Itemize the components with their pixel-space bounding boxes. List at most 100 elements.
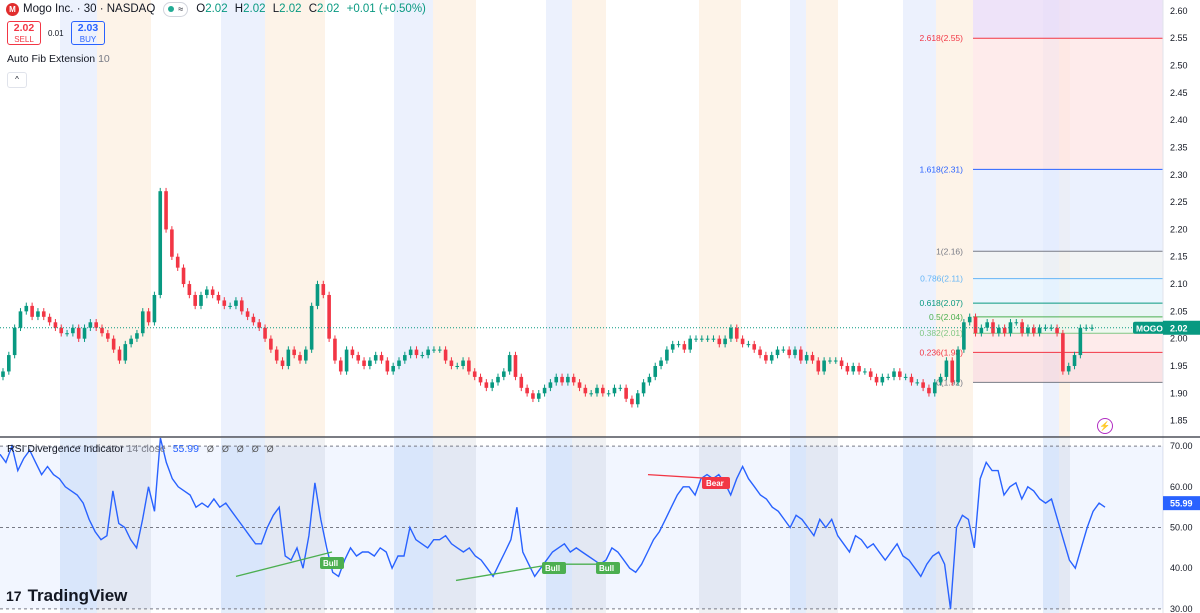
candle-body xyxy=(205,289,209,295)
candle-body xyxy=(1,371,5,377)
candle-body xyxy=(967,316,972,323)
indicator-legend[interactable]: Auto Fib Extension 10 xyxy=(7,53,110,65)
mogo-logo-icon: M xyxy=(6,2,19,16)
candle-body xyxy=(1037,327,1042,334)
candle-body xyxy=(560,376,564,383)
hidden-plot-icon[interactable]: Ø xyxy=(252,444,259,454)
hidden-plot-icon[interactable]: Ø xyxy=(267,444,274,454)
price-tick-label: 2.55 xyxy=(1170,33,1188,43)
candle-body xyxy=(71,327,75,334)
market-open-dot-icon xyxy=(168,6,175,12)
ticker-badge-label: MOGO xyxy=(1136,323,1163,333)
fib-level-label: 0.382(2.01) xyxy=(920,328,964,338)
ohlc-open-value: 2.02 xyxy=(205,3,228,15)
rsi-params: 14 close xyxy=(126,443,166,455)
candle-body xyxy=(234,300,238,306)
candle-body xyxy=(175,256,180,268)
fib-level-label: 1.618(2.31) xyxy=(920,164,964,174)
candle-body xyxy=(59,327,64,334)
candle-body xyxy=(857,365,861,372)
candle-body xyxy=(403,355,407,361)
ohlc-high-key: H xyxy=(234,3,244,15)
candle-body xyxy=(507,355,512,372)
lightning-icon[interactable]: ⚡ xyxy=(1097,418,1113,434)
indicator-name: Auto Fib Extension xyxy=(7,53,96,65)
candle-body xyxy=(36,311,40,317)
price-tick-label: 2.30 xyxy=(1170,170,1188,180)
tradingview-mark-icon: 17 xyxy=(6,588,22,604)
candle-body xyxy=(1066,365,1071,372)
candle-body xyxy=(251,316,256,323)
candle-body xyxy=(909,376,914,383)
market-status-pill[interactable]: ≈ xyxy=(163,1,189,17)
candle-body xyxy=(484,382,489,388)
candle-body xyxy=(106,333,110,339)
indicator-param: 10 xyxy=(98,53,110,65)
candle-body xyxy=(962,322,966,350)
buy-button[interactable]: 2.03 BUY xyxy=(71,21,105,45)
symbol-header: M Mogo Inc. · 30 · NASDAQ ≈ O2.02 H2.02 … xyxy=(0,0,430,18)
candle-body xyxy=(921,382,925,388)
candle-body xyxy=(787,349,791,356)
candle-body xyxy=(758,349,762,356)
rsi-tick-label: 70.00 xyxy=(1170,441,1193,451)
price-tick-label: 2.05 xyxy=(1170,306,1188,316)
candle-body xyxy=(979,327,984,334)
candle-body xyxy=(892,371,896,377)
candle-body xyxy=(1078,327,1083,356)
candle-body xyxy=(443,349,448,361)
fib-level-label: 0.786(2.11) xyxy=(920,274,963,284)
collapse-chevron-icon[interactable]: ^ xyxy=(7,72,27,88)
sell-button[interactable]: 2.02 SELL xyxy=(7,21,41,45)
candle-body xyxy=(938,376,943,383)
candle-body xyxy=(531,393,535,399)
candle-body xyxy=(181,267,186,285)
candle-body xyxy=(694,338,698,340)
candle-body xyxy=(513,355,518,377)
candle-body xyxy=(781,349,786,351)
chart-canvas[interactable]: 0(1.92)0.236(1.98)0.382(2.01)0.5(2.04)0.… xyxy=(0,0,1200,613)
rsi-legend[interactable]: RSI Divergence Indicator 14 close 55.99 … xyxy=(7,443,274,455)
price-tick-label: 2.15 xyxy=(1170,252,1188,262)
fib-level-label: 0.618(2.07) xyxy=(920,298,964,308)
candle-body xyxy=(793,349,797,356)
candle-body xyxy=(408,349,413,356)
hidden-plot-icon[interactable]: Ø xyxy=(207,444,214,454)
candle-body xyxy=(752,344,757,350)
price-tick-label: 2.35 xyxy=(1170,142,1188,152)
session-band xyxy=(790,0,806,437)
candle-body xyxy=(833,360,838,362)
candle-body xyxy=(927,387,931,394)
candle-body xyxy=(851,365,856,372)
candle-body xyxy=(734,327,739,339)
candle-body xyxy=(670,344,675,350)
candle-body xyxy=(140,311,145,334)
fib-zone xyxy=(973,303,1163,317)
hidden-plot-icon[interactable]: Ø xyxy=(237,444,244,454)
candle-body xyxy=(1049,327,1054,329)
bull-label: Bull xyxy=(323,559,338,568)
candle-body xyxy=(700,338,704,340)
session-band xyxy=(60,0,97,437)
rsi-value: 55.99 xyxy=(172,443,199,455)
sell-price: 2.02 xyxy=(13,22,35,34)
fib-zone xyxy=(973,333,1163,353)
candle-body xyxy=(193,294,197,306)
candle-body xyxy=(187,284,192,295)
candle-body xyxy=(82,327,87,339)
session-band xyxy=(433,0,476,437)
candle-body xyxy=(432,349,436,351)
candle-body xyxy=(577,382,582,388)
tradingview-logo[interactable]: 17 TradingView xyxy=(6,586,127,606)
buy-price: 2.03 xyxy=(77,22,99,34)
hidden-plot-icon[interactable]: Ø xyxy=(222,444,229,454)
session-band xyxy=(97,0,151,437)
candle-body xyxy=(502,371,506,377)
candle-body xyxy=(426,349,430,356)
rsi-tick-label: 40.00 xyxy=(1170,563,1193,573)
candle-body xyxy=(729,327,733,339)
symbol-title[interactable]: Mogo Inc. · 30 · NASDAQ xyxy=(23,3,155,15)
candle-body xyxy=(1026,327,1030,334)
candle-body xyxy=(397,360,401,366)
fib-zone xyxy=(973,38,1163,170)
